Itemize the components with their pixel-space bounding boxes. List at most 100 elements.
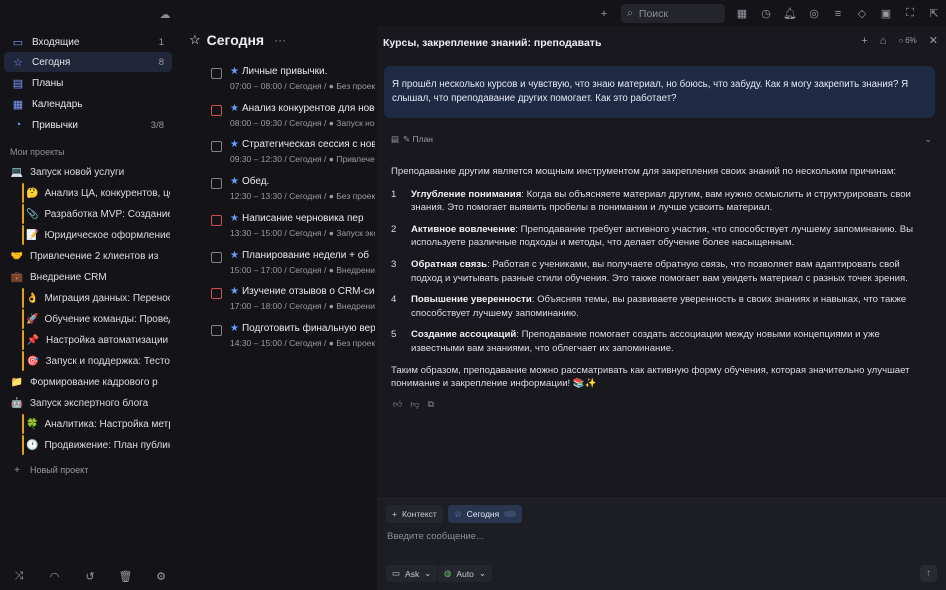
archive-icon[interactable]: ⌂: [880, 35, 887, 47]
subproject-item[interactable]: 📝 Юридическое оформление: [26, 225, 170, 245]
calendar-icon[interactable]: ▦: [735, 7, 749, 21]
task-checkbox[interactable]: [211, 178, 222, 190]
project-emoji-icon: 📌: [26, 334, 40, 346]
context-chip[interactable]: + Контекст: [386, 505, 443, 523]
list-number: 1: [391, 188, 397, 200]
task-item[interactable]: ★ Стратегическая сессия с нов 09:30 – 12:3…: [211, 139, 376, 173]
today-chip[interactable]: ☆ Сегодня: [448, 505, 523, 523]
usage-percent: 6%: [905, 36, 917, 45]
project-item[interactable]: 💼 Внедрение CRM: [10, 267, 170, 287]
search-placeholder: Поиск: [638, 7, 668, 20]
task-checkbox[interactable]: [211, 68, 222, 79]
send-button[interactable]: ↑: [920, 565, 937, 582]
search-input[interactable]: ⌕ Поиск: [621, 4, 725, 23]
page-title: ☆ Сегодня ···: [189, 32, 286, 48]
alarm-icon[interactable]: ◷: [759, 7, 773, 21]
chip-toggle[interactable]: [504, 511, 517, 517]
star-icon: ★: [230, 212, 239, 224]
plan-toggle[interactable]: ▤ ✎ План: [391, 134, 433, 145]
task-item[interactable]: ★ Изучение отзывов о CRM-сис 17:00 – 18:00…: [211, 286, 376, 320]
export-icon[interactable]: ⇱: [927, 7, 941, 21]
cloud-sync-icon[interactable]: ☁: [158, 7, 172, 21]
gear-icon[interactable]: ⚙: [154, 569, 168, 583]
shuffle-icon[interactable]: ⤨: [12, 569, 26, 583]
project-item[interactable]: 🤖 Запуск экспертного блога: [10, 393, 170, 413]
subproject-item[interactable]: 👌 Миграция данных: Перенос: [26, 288, 170, 308]
task-checkbox[interactable]: [211, 324, 222, 336]
subproject-item[interactable]: 🎯 Запуск и поддержка: Тесто: [26, 351, 170, 371]
project-label: Запуск новой услуги: [30, 166, 125, 178]
new-project-button[interactable]: + Новый проект: [10, 460, 170, 480]
thumbs-down-icon[interactable]: 👎︎: [410, 399, 419, 410]
message-input[interactable]: Введите сообщение...: [387, 531, 484, 542]
task-title-text: Анализ конкурентов для нового: [241, 102, 375, 114]
task-item[interactable]: ★ Написание черновика пер 13:30 – 15:00 / …: [211, 213, 376, 247]
subproject-item[interactable]: 🤔 Анализ ЦА, конкурентов, це: [26, 183, 170, 203]
subproject-item[interactable]: 🕐 Продвижение: План публик: [26, 435, 170, 455]
model-select-auto[interactable]: ◍ Auto ⌄: [438, 565, 493, 582]
project-emoji-icon: 🤔: [26, 187, 39, 199]
task-item[interactable]: ★ Подготовить финальную верс 14:30 – 15:00…: [211, 323, 376, 357]
plus-icon[interactable]: +: [597, 7, 611, 21]
task-checkbox[interactable]: [211, 104, 222, 116]
project-label: Формирование кадрового р: [30, 376, 158, 388]
mode-select-ask[interactable]: ▭ Ask ⌄: [386, 565, 438, 582]
task-meta: 14:30 – 15:00 / Сегодня / ● Без проект: [230, 337, 375, 348]
project-emoji-icon: 💻: [10, 166, 24, 178]
target-icon[interactable]: ◎: [807, 7, 821, 21]
sidebar-item-calendar[interactable]: ▦ Календарь: [4, 94, 172, 114]
signal-icon[interactable]: ◠: [48, 569, 62, 583]
task-meta: 08:00 – 09:30 / Сегодня / ● Запуск нов: [230, 117, 375, 128]
star-icon: ★: [230, 66, 239, 77]
task-checkbox[interactable]: [211, 251, 222, 263]
task-item[interactable]: ★ Анализ конкурентов для нового 08:00 – 09…: [211, 103, 376, 137]
sidebar-item-plans[interactable]: ▤ Планы: [4, 73, 172, 93]
answer-list-item: 1 Углубление понимания: Когда вы объясняе…: [391, 188, 931, 215]
bell-icon[interactable]: 🔔︎: [783, 7, 797, 21]
star-icon: ★: [230, 176, 239, 188]
subproject-item[interactable]: 📎 Разработка MVP: Создание: [26, 204, 170, 224]
answer-list-item: 4 Повышение уверенности: Объясняя темы, в…: [391, 293, 931, 320]
project-emoji-icon: 📎: [26, 208, 39, 220]
new-chat-icon[interactable]: +: [861, 35, 867, 47]
circle-icon: ○: [898, 36, 904, 45]
copy-icon[interactable]: ⧉: [428, 399, 434, 410]
task-meta: 15:00 – 17:00 / Сегодня / ● Внедрени: [230, 264, 375, 275]
task-item[interactable]: ★ Планирование недели + об 15:00 – 17:00 /…: [211, 250, 376, 284]
project-label: Продвижение: План публик: [44, 439, 170, 451]
list-number: 3: [391, 259, 397, 271]
more-options-icon[interactable]: ···: [274, 33, 286, 47]
close-icon[interactable]: ✕: [929, 34, 938, 47]
tag-icon[interactable]: ◇: [855, 7, 869, 21]
thumbs-up-icon[interactable]: 👍︎: [393, 399, 402, 410]
chevron-down-icon[interactable]: ⌄: [924, 134, 932, 145]
subproject-item[interactable]: 📌 Настройка автоматизации: [26, 330, 170, 350]
subproject-item[interactable]: 🍀 Аналитика: Настройка метр: [26, 414, 170, 434]
grid-icon[interactable]: ▣: [879, 7, 893, 21]
project-item[interactable]: 📁 Формирование кадрового р: [10, 372, 170, 392]
answer-list-item: 2 Активное вовлечение: Преподавание требу…: [391, 223, 931, 250]
task-item[interactable]: ★ Обед. 12:30 – 13:30 / Сегодня / ● Без пр…: [211, 176, 376, 210]
task-item[interactable]: ★ Личные привычки. 07:00 – 08:00 / Сегодня…: [211, 66, 376, 100]
sidebar-item-habits[interactable]: ◔ Привычки 3/8: [4, 115, 172, 135]
sidebar-item-today[interactable]: ☆ Сегодня 8: [4, 52, 172, 72]
filter-icon[interactable]: ≡: [831, 7, 845, 21]
star-icon: ★: [230, 102, 239, 114]
task-checkbox[interactable]: [211, 141, 222, 153]
task-title-text: Подготовить финальную верс: [241, 322, 375, 334]
task-checkbox[interactable]: [211, 288, 222, 300]
trash-icon[interactable]: 🗑︎: [119, 569, 133, 583]
project-item[interactable]: 🤝 Привлечение 2 клиентов из: [10, 246, 170, 266]
sidebar-item-inbox[interactable]: ▭ Входящие 1: [4, 32, 172, 52]
focus-icon[interactable]: ⛶: [903, 7, 917, 21]
inbox-icon: ▭: [12, 36, 24, 49]
task-meta: 09:30 – 12:30 / Сегодня / ● Привлече: [230, 154, 375, 165]
history-icon[interactable]: ↺: [83, 569, 97, 583]
task-meta: 17:00 – 18:00 / Сегодня / ● Внедрени: [230, 301, 375, 312]
list-item-heading: Углубление понимания: [411, 188, 522, 200]
subproject-item[interactable]: 🚀 Обучение команды: Провед: [26, 309, 170, 329]
subproject-indicator: [22, 225, 24, 245]
sidebar-item-count: 1: [158, 36, 164, 48]
project-item[interactable]: 💻 Запуск новой услуги: [10, 162, 170, 182]
task-checkbox[interactable]: [211, 214, 222, 226]
